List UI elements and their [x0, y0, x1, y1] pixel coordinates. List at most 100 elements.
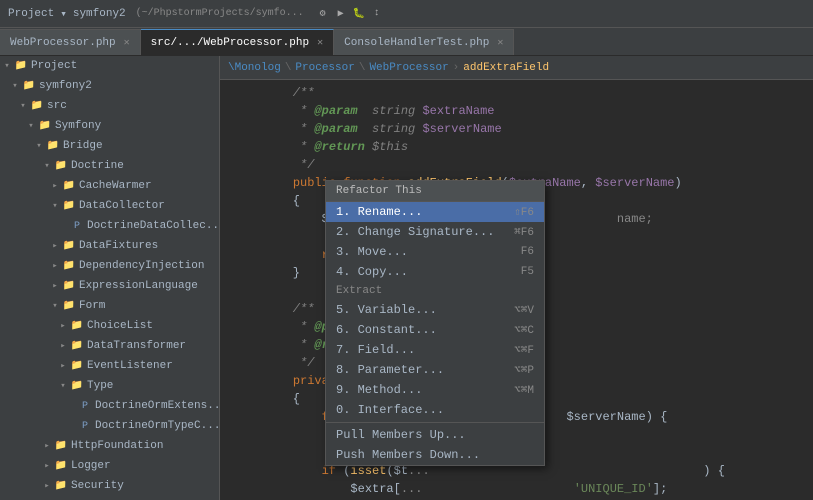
tab-webprocessor[interactable]: WebProcessor.php ✕ — [0, 29, 141, 55]
breadcrumb-monolog[interactable]: \Monolog — [228, 62, 281, 74]
vcs-icon[interactable]: ↕ — [370, 7, 384, 21]
folder-icon-depinjection: 📁 — [62, 260, 76, 272]
sidebar-label-bridge: Bridge — [63, 140, 103, 152]
sidebar-item-datafixtures[interactable]: ▸ 📁 DataFixtures — [0, 236, 219, 256]
sidebar-item-doctrinedatacollec[interactable]: P DoctrineDataCollec... — [0, 216, 219, 236]
folder-icon-doctrine: 📁 — [54, 160, 68, 172]
sidebar-item-depinjection[interactable]: ▸ 📁 DependencyInjection — [0, 256, 219, 276]
line-num — [220, 426, 260, 444]
menu-item-method[interactable]: 9. Method... ⌥⌘M — [326, 380, 544, 400]
tab-webprocessor-src[interactable]: src/.../WebProcessor.php ✕ — [141, 29, 334, 55]
folder-icon-cachewarmer: 📁 — [62, 180, 76, 192]
debug-icon[interactable]: 🐛 — [352, 7, 366, 21]
menu-label-constant: 6. Constant... — [336, 323, 504, 337]
arrow-httpfoundation: ▸ — [40, 441, 54, 451]
sidebar-item-symfony[interactable]: ▾ 📁 Symfony — [0, 116, 219, 136]
menu-label-pull-members: Pull Members Up... — [336, 428, 534, 442]
main-area: ▾ 📁 Project ▾ 📁 symfony2 ▾ 📁 src ▾ 📁 Sym… — [0, 56, 813, 500]
sidebar-item-src[interactable]: ▾ 📁 src — [0, 96, 219, 116]
menu-label-copy: 4. Copy... — [336, 265, 511, 279]
sidebar-item-datacollector[interactable]: ▾ 📁 DataCollector — [0, 196, 219, 216]
menu-item-change-sig[interactable]: 2. Change Signature... ⌘F6 — [326, 222, 544, 242]
sidebar-item-logger[interactable]: ▸ 📁 Logger — [0, 456, 219, 476]
sidebar-item-doctrineormtypec[interactable]: P DoctrineOrmTypeC... — [0, 416, 219, 436]
menu-label-field: 7. Field... — [336, 343, 504, 357]
menu-item-interface[interactable]: 0. Interface... — [326, 400, 544, 420]
project-label: Project — [8, 8, 54, 20]
sidebar-label-form: Form — [79, 300, 105, 312]
sidebar-item-bridge[interactable]: ▾ 📁 Bridge — [0, 136, 219, 156]
line-content — [260, 444, 264, 462]
tab-close-3[interactable]: ✕ — [497, 37, 503, 49]
sidebar-item-project[interactable]: ▾ 📁 Project — [0, 56, 219, 76]
sidebar-item-httpfoundation[interactable]: ▸ 📁 HttpFoundation — [0, 436, 219, 456]
menu-label-change-sig: 2. Change Signature... — [336, 225, 504, 239]
sidebar-item-cachewarmer[interactable]: ▸ 📁 CacheWarmer — [0, 176, 219, 196]
line-num — [220, 264, 260, 282]
sidebar-label-type: Type — [87, 380, 113, 392]
sidebar-item-doctrineormextens[interactable]: P DoctrineOrmExtens... — [0, 396, 219, 416]
arrow-choicelist: ▸ — [56, 321, 70, 331]
arrow-depinjection: ▸ — [48, 261, 62, 271]
sidebar-label-symfony2: symfony2 — [39, 80, 92, 92]
menu-item-pull-members[interactable]: Pull Members Up... — [326, 425, 544, 445]
sidebar-label-symfony: Symfony — [55, 120, 101, 132]
sidebar-label-eventlistener: EventListener — [87, 360, 173, 372]
menu-label-interface: 0. Interface... — [336, 403, 524, 417]
menu-label-push-members: Push Members Down... — [336, 448, 534, 462]
line-num — [220, 372, 260, 390]
menu-label-parameter: 8. Parameter... — [336, 363, 504, 377]
extract-section-header: Extract — [326, 282, 544, 300]
line-content: */ — [260, 354, 314, 372]
sidebar-label-doctrineormtypec: DoctrineOrmTypeC... — [95, 420, 220, 432]
tab-close-1[interactable]: ✕ — [124, 37, 130, 49]
menu-label-variable: 5. Variable... — [336, 303, 504, 317]
folder-icon-security: 📁 — [54, 480, 68, 492]
tab-consolehandler[interactable]: ConsoleHandlerTest.php ✕ — [334, 29, 514, 55]
breadcrumb-processor[interactable]: Processor — [295, 62, 354, 74]
line-content — [260, 282, 264, 300]
sidebar-item-test[interactable]: ▸ 📁 Test — [0, 496, 219, 500]
sidebar-item-security[interactable]: ▸ 📁 Security — [0, 476, 219, 496]
folder-icon-choicelist: 📁 — [70, 320, 84, 332]
code-container[interactable]: /** * @param string $extraName * @param … — [220, 80, 813, 500]
sidebar-item-doctrine[interactable]: ▾ 📁 Doctrine — [0, 156, 219, 176]
line-content — [260, 228, 264, 246]
arrow-bridge: ▾ — [32, 141, 46, 151]
sidebar-item-symfony2[interactable]: ▾ 📁 symfony2 — [0, 76, 219, 96]
folder-icon-form: 📁 — [62, 300, 76, 312]
menu-item-push-members[interactable]: Push Members Down... — [326, 445, 544, 465]
breadcrumb-webprocessor[interactable]: WebProcessor — [369, 62, 448, 74]
sidebar-item-type[interactable]: ▾ 📁 Type — [0, 376, 219, 396]
line-content: { — [260, 390, 300, 408]
menu-item-move[interactable]: 3. Move... F6 — [326, 242, 544, 262]
tab-close-2[interactable]: ✕ — [317, 37, 323, 49]
run-icon[interactable]: ▶ — [334, 7, 348, 21]
menu-item-rename[interactable]: 1. Rename... ⇧F6 — [326, 202, 544, 222]
menu-item-constant[interactable]: 6. Constant... ⌥⌘C — [326, 320, 544, 340]
code-line: /** — [220, 84, 813, 102]
breadcrumb-sep-1: \ — [285, 62, 292, 74]
sidebar-item-form[interactable]: ▾ 📁 Form — [0, 296, 219, 316]
breadcrumb-bar: \Monolog \ Processor \ WebProcessor › ad… — [220, 56, 813, 80]
sidebar-item-eventlistener[interactable]: ▸ 📁 EventListener — [0, 356, 219, 376]
sidebar-item-choicelist[interactable]: ▸ 📁 ChoiceList — [0, 316, 219, 336]
menu-item-field[interactable]: 7. Field... ⌥⌘F — [326, 340, 544, 360]
line-num — [220, 138, 260, 156]
arrow-datatransformer: ▸ — [56, 341, 70, 351]
context-menu: Refactor This 1. Rename... ⇧F6 2. Change… — [325, 180, 545, 466]
menu-item-copy[interactable]: 4. Copy... F5 — [326, 262, 544, 282]
php-icon-doctrineormtypec: P — [78, 421, 92, 432]
folder-icon-project: 📁 — [14, 60, 28, 72]
sidebar-label-datatransformer: DataTransformer — [87, 340, 186, 352]
line-num — [220, 408, 260, 426]
project-subtitle: (~/PhpstormProjects/symfo... — [136, 8, 304, 19]
menu-item-variable[interactable]: 5. Variable... ⌥⌘V — [326, 300, 544, 320]
sidebar-item-datatransformer[interactable]: ▸ 📁 DataTransformer — [0, 336, 219, 356]
project-name: symfony2 — [73, 8, 126, 20]
menu-item-parameter[interactable]: 8. Parameter... ⌥⌘P — [326, 360, 544, 380]
sidebar-item-expressionlanguage[interactable]: ▸ 📁 ExpressionLanguage — [0, 276, 219, 296]
arrow-symfony: ▾ — [24, 121, 38, 131]
settings-icon[interactable]: ⚙ — [316, 7, 330, 21]
tab-bar: WebProcessor.php ✕ src/.../WebProcessor.… — [0, 28, 813, 56]
